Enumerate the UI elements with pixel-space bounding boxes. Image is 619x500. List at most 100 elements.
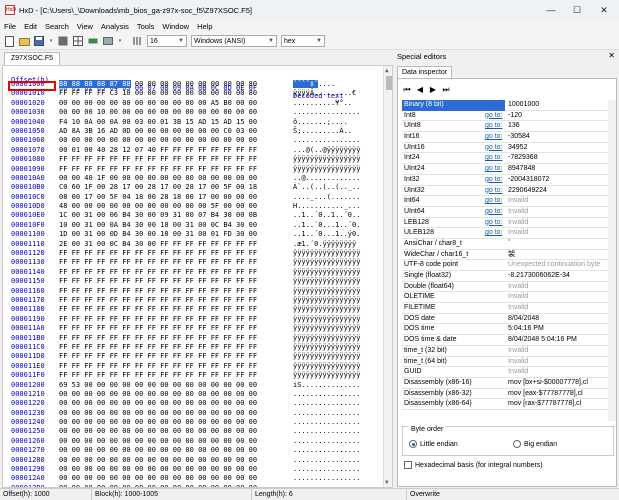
new-file-icon[interactable]: [3, 35, 15, 47]
row-decoded-text[interactable]: ..1..´0...1..´0.: [293, 221, 360, 230]
little-endian-radio[interactable]: Little endian: [409, 440, 458, 448]
row-hex-bytes[interactable]: 00 00 00 00 00 00 00 00 00 00 00 00 00 0…: [59, 399, 257, 408]
inspector-row[interactable]: WideChar / char16_t 袈: [402, 250, 608, 261]
row-hex-bytes[interactable]: FF FF FF FF FF FF FF FF FF FF FF FF FF F…: [59, 268, 257, 277]
hex-row[interactable]: 000012A0 00 00 00 00 00 00 00 00 00 00 00…: [3, 474, 383, 483]
inspector-value[interactable]: 10001000: [508, 100, 539, 111]
hex-row[interactable]: 00001030 00 00 00 10 00 00 00 00 00 00 00…: [3, 108, 383, 117]
row-decoded-text[interactable]: .æ1.´0.ÿÿÿÿÿÿÿÿ: [293, 240, 356, 249]
inspector-row[interactable]: Int64 go to: Invalid: [402, 196, 608, 207]
hex-row[interactable]: 00001290 00 00 00 00 00 00 00 00 00 00 00…: [3, 465, 383, 474]
row-hex-bytes[interactable]: 48 00 00 00 00 00 00 00 00 00 00 00 5F 0…: [59, 202, 257, 211]
row-decoded-text[interactable]: ................: [293, 108, 360, 117]
save-icon[interactable]: [33, 35, 45, 47]
row-hex-bytes[interactable]: FF FF FF FF FF FF FF FF FF FF FF FF FF F…: [59, 362, 257, 371]
hex-row[interactable]: 00001160 FF FF FF FF FF FF FF FF FF FF FF…: [3, 287, 383, 296]
hex-row[interactable]: 000011E0 FF FF FF FF FF FF FF FF FF FF FF…: [3, 362, 383, 371]
row-hex-bytes[interactable]: 00 01 00 40 28 12 07 40 FF FF FF FF FF F…: [59, 146, 257, 155]
goto-link[interactable]: go to:: [485, 196, 503, 207]
inspector-value[interactable]: mov [eax-$77787778],cl: [508, 389, 583, 400]
row-decoded-text[interactable]: ..........¥°..: [293, 99, 352, 108]
inspector-row[interactable]: Binary (8 bit) 10001000: [402, 100, 608, 111]
row-hex-bytes[interactable]: FF FF FF FF FF FF FF FF FF FF FF FF FF F…: [59, 315, 257, 324]
hex-row[interactable]: 00001180 FF FF FF FF FF FF FF FF FF FF FF…: [3, 305, 383, 314]
hex-row[interactable]: 00001100 1D 00 31 00 0D B4 30 00 18 00 31…: [3, 230, 383, 239]
open-folder-icon[interactable]: [18, 35, 30, 47]
row-decoded-text[interactable]: ÿÿÿÿÿÿÿÿÿÿÿÿÿÿÿÿ: [293, 334, 360, 343]
hex-row[interactable]: 00001210 00 00 00 00 00 00 00 00 00 00 00…: [3, 390, 383, 399]
hex-row[interactable]: 00001230 00 00 00 00 00 00 00 00 00 00 00…: [3, 409, 383, 418]
menu-tools[interactable]: Tools: [133, 22, 159, 31]
inspector-row[interactable]: LEB128 go to: Invalid: [402, 218, 608, 229]
row-hex-bytes[interactable]: FF FF FF FF FF FF FF FF FF FF FF FF FF F…: [59, 296, 257, 305]
grid-icon[interactable]: [72, 35, 84, 47]
row-decoded-text[interactable]: ÿÿÿÿÿÿÿÿÿÿÿÿÿÿÿÿ: [293, 155, 360, 164]
close-icon[interactable]: ✕: [608, 51, 615, 60]
row-hex-bytes[interactable]: FF FF FF FF FF FF FF FF FF FF FF FF FF F…: [59, 343, 257, 352]
hex-row[interactable]: 000011D0 FF FF FF FF FF FF FF FF FF FF FF…: [3, 352, 383, 361]
inspector-row[interactable]: Int16 go to: -30584: [402, 132, 608, 143]
hex-editor[interactable]: Offset(h) 00 01 02 03 04 05 06 07 08 09 …: [2, 65, 393, 488]
row-hex-bytes[interactable]: 00 00 00 00 00 00 00 00 00 00 00 00 A5 B…: [59, 99, 257, 108]
row-hex-bytes[interactable]: 00 00 00 00 00 00 00 00 00 00 00 00 00 0…: [59, 437, 257, 446]
inspector-value[interactable]: 5:04:16 PM: [508, 324, 544, 335]
row-decoded-text[interactable]: ................: [293, 465, 360, 474]
scroll-up-icon[interactable]: ▲: [385, 67, 389, 74]
hex-row[interactable]: 00001140 FF FF FF FF FF FF FF FF FF FF FF…: [3, 268, 383, 277]
row-hex-bytes[interactable]: 00 00 00 00 00 00 00 00 00 00 00 00 00 0…: [59, 474, 257, 483]
toolbar-dropdown2-icon[interactable]: ▾: [117, 35, 123, 47]
hex-rows[interactable]: 00001000 88 88 88 88 87 88 00 00 00 00 00…: [3, 80, 383, 487]
row-hex-bytes[interactable]: 2E 00 31 00 0C B4 30 00 FF FF FF FF FF F…: [59, 240, 257, 249]
inspector-value[interactable]: Unexpected continuation byte: [508, 260, 600, 271]
tab-file[interactable]: Z97XSOC.F5: [4, 52, 61, 65]
row-hex-bytes[interactable]: 00 00 00 00 00 00 00 00 00 00 00 00 00 0…: [59, 136, 257, 145]
scroll-thumb[interactable]: [386, 76, 392, 90]
goto-link[interactable]: go to:: [485, 175, 503, 186]
row-hex-bytes[interactable]: 1D 00 31 00 0D B4 30 00 18 00 31 00 01 F…: [59, 230, 257, 239]
inspector-row[interactable]: Int32 go to: -2004318072: [402, 175, 608, 186]
row-decoded-text[interactable]: ÿÿÿÿÿÿÿÿÿÿÿÿÿÿÿÿ: [293, 268, 360, 277]
inspector-row[interactable]: UInt64 go to: Invalid: [402, 207, 608, 218]
row-decoded-text[interactable]: ..@.............: [293, 174, 360, 183]
display-mode-select[interactable]: hex ▼: [281, 35, 325, 47]
first-icon[interactable]: ⏮: [402, 85, 412, 95]
row-decoded-text[interactable]: ................: [293, 437, 360, 446]
menu-view[interactable]: View: [73, 22, 97, 31]
row-hex-bytes[interactable]: FF FF FF FF FF FF FF FF FF FF FF FF FF F…: [59, 165, 257, 174]
inspector-scrollbar[interactable]: [608, 100, 616, 421]
goto-link[interactable]: go to:: [485, 132, 503, 143]
minimize-button[interactable]: —: [537, 0, 565, 20]
hex-row[interactable]: 00001000 88 88 88 88 87 88 00 00 00 00 00…: [3, 80, 383, 89]
row-hex-bytes[interactable]: FF FF FF FF FF FF FF FF FF FF FF FF FF F…: [59, 305, 257, 314]
hex-row[interactable]: 000011C0 FF FF FF FF FF FF FF FF FF FF FF…: [3, 343, 383, 352]
vertical-scrollbar[interactable]: ▲ ▼: [383, 66, 392, 487]
inspector-value[interactable]: -7829368: [508, 153, 538, 164]
row-decoded-text[interactable]: ÿÿÿÿÃ.........€: [293, 89, 356, 98]
hex-row[interactable]: 00001260 00 00 00 00 00 00 00 00 00 00 00…: [3, 437, 383, 446]
row-decoded-text[interactable]: ................: [293, 409, 360, 418]
row-decoded-text[interactable]: ÿÿÿÿÿÿÿÿÿÿÿÿÿÿÿÿ: [293, 352, 360, 361]
row-decoded-text[interactable]: ÿÿÿÿÿÿÿÿÿÿÿÿÿÿÿÿ: [293, 305, 360, 314]
selected-text[interactable]: ˆˆˆˆ‡ˆ: [293, 80, 319, 88]
row-hex-bytes[interactable]: FF FF FF FF FF FF FF FF FF FF FF FF FF F…: [59, 258, 257, 267]
row-hex-bytes[interactable]: 08 00 17 00 5F 04 18 00 28 18 00 17 00 0…: [59, 193, 257, 202]
row-hex-bytes[interactable]: 00 00 00 00 00 00 00 00 00 00 00 00 00 0…: [59, 427, 257, 436]
hex-row[interactable]: 000010F0 10 00 31 00 0A B4 30 00 18 00 31…: [3, 221, 383, 230]
hex-row[interactable]: 00001280 00 00 00 00 00 00 00 00 00 00 00…: [3, 456, 383, 465]
inspector-value[interactable]: Invalid: [508, 196, 528, 207]
row-decoded-text[interactable]: ................: [293, 456, 360, 465]
inspector-value[interactable]: 8/04/2048: [508, 314, 539, 325]
menu-file[interactable]: File: [0, 22, 20, 31]
next-icon[interactable]: ▶: [428, 85, 438, 95]
inspector-row[interactable]: OLETIME Invalid: [402, 292, 608, 304]
row-hex-bytes[interactable]: FF FF FF FF FF FF FF FF FF FF FF FF FF F…: [59, 324, 257, 333]
hex-row[interactable]: 00001200 69 53 00 00 00 00 00 00 00 00 00…: [3, 381, 383, 390]
maximize-button[interactable]: ☐: [563, 0, 591, 20]
inspector-row[interactable]: Double (float64) Invalid: [402, 282, 608, 293]
row-decoded-text[interactable]: ...._...(.......: [293, 193, 360, 202]
inspector-value[interactable]: -30584: [508, 132, 530, 143]
row-decoded-text[interactable]: ÿÿÿÿÿÿÿÿÿÿÿÿÿÿÿÿ: [293, 371, 360, 380]
inspector-value[interactable]: 2290649224: [508, 186, 547, 197]
row-hex-bytes[interactable]: 00 00 00 10 00 00 00 00 00 00 00 00 00 0…: [59, 108, 257, 117]
inspector-row[interactable]: Int24 go to: -7829368: [402, 153, 608, 165]
